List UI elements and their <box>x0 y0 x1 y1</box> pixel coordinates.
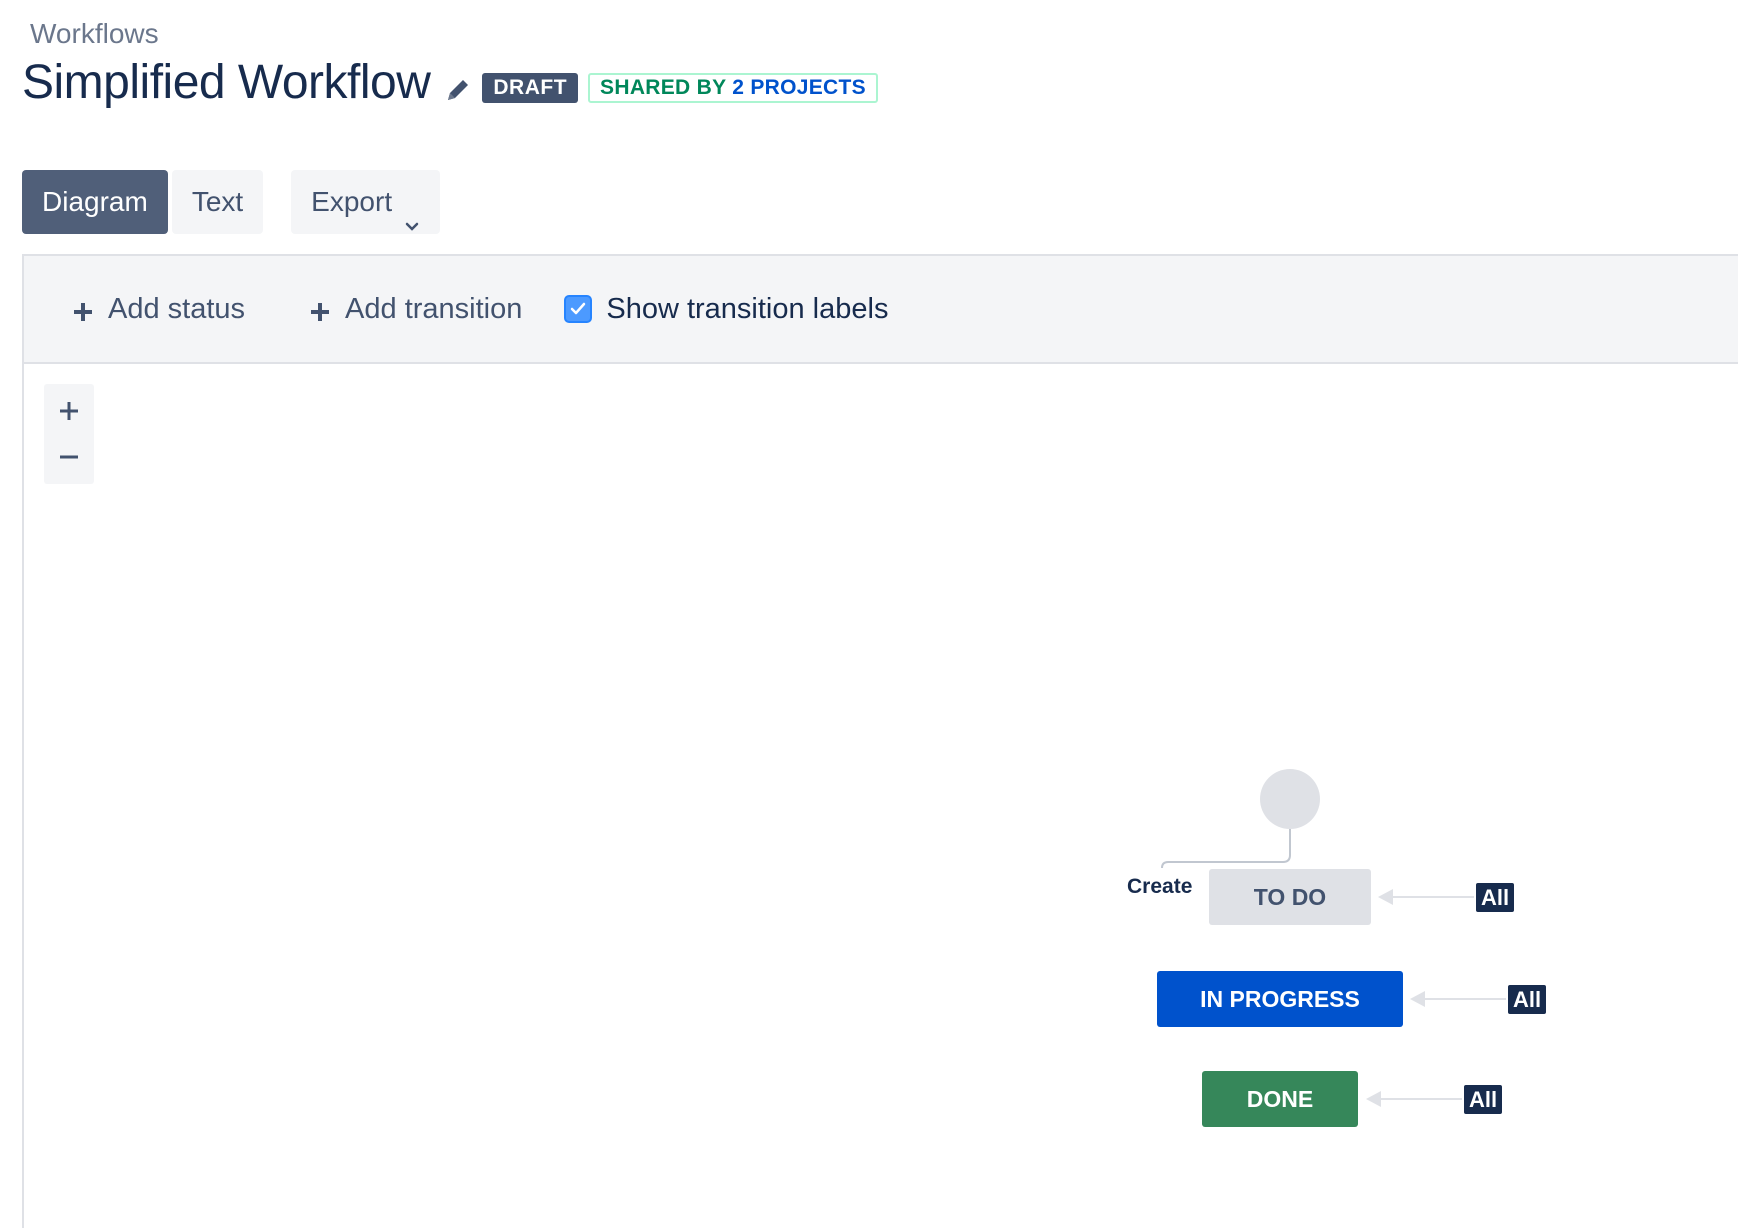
initial-state-node[interactable] <box>1260 769 1320 829</box>
checkmark-icon <box>571 302 586 315</box>
show-labels-toggle[interactable]: Show transition labels <box>564 293 888 326</box>
view-tabs: Diagram Text Export <box>22 170 441 234</box>
add-status-label: Add status <box>108 292 246 325</box>
status-in-progress[interactable]: IN PROGRESS <box>1157 971 1403 1027</box>
status-todo[interactable]: TO DO <box>1209 869 1371 925</box>
plus-icon <box>60 402 78 420</box>
plus-icon <box>72 298 94 321</box>
show-labels-checkbox[interactable] <box>564 295 593 323</box>
zoom-controls <box>44 384 94 484</box>
plus-icon <box>309 298 331 321</box>
workflow-editor-page: Workflows Simplified Workflow DRAFT SHAR… <box>0 0 1738 1228</box>
zoom-in-button[interactable] <box>44 388 94 434</box>
breadcrumb[interactable]: Workflows <box>30 18 159 50</box>
tab-diagram[interactable]: Diagram <box>22 170 168 234</box>
editor-toolbar: Add status Add transition Show transitio… <box>24 256 1738 364</box>
export-dropdown[interactable]: Export <box>291 170 441 234</box>
status-done[interactable]: DONE <box>1202 1071 1358 1127</box>
global-transition-done[interactable]: All <box>1464 1085 1503 1114</box>
zoom-out-button[interactable] <box>44 434 94 480</box>
global-transition-in-progress[interactable]: All <box>1508 985 1547 1014</box>
draft-badge: DRAFT <box>482 73 579 103</box>
global-transition-todo[interactable]: All <box>1476 883 1515 912</box>
shared-prefix: SHARED BY <box>600 76 727 99</box>
diagram-editor: Add status Add transition Show transitio… <box>22 254 1738 1228</box>
shared-projects-link[interactable]: 2 PROJECTS <box>732 76 866 99</box>
add-transition-label: Add transition <box>345 292 523 325</box>
tab-text[interactable]: Text <box>171 170 264 234</box>
export-label: Export <box>311 186 393 217</box>
create-transition-label[interactable]: Create <box>1127 875 1192 899</box>
page-title: Simplified Workflow <box>22 56 431 109</box>
add-status-button[interactable]: Add status <box>72 293 245 326</box>
show-labels-text: Show transition labels <box>606 292 889 325</box>
title-row: Simplified Workflow DRAFT SHARED BY 2 PR… <box>22 52 878 114</box>
pencil-icon[interactable] <box>444 76 472 104</box>
shared-badge[interactable]: SHARED BY 2 PROJECTS <box>588 73 878 103</box>
add-transition-button[interactable]: Add transition <box>309 293 522 326</box>
chevron-down-icon <box>404 194 420 231</box>
minus-icon <box>60 455 78 459</box>
